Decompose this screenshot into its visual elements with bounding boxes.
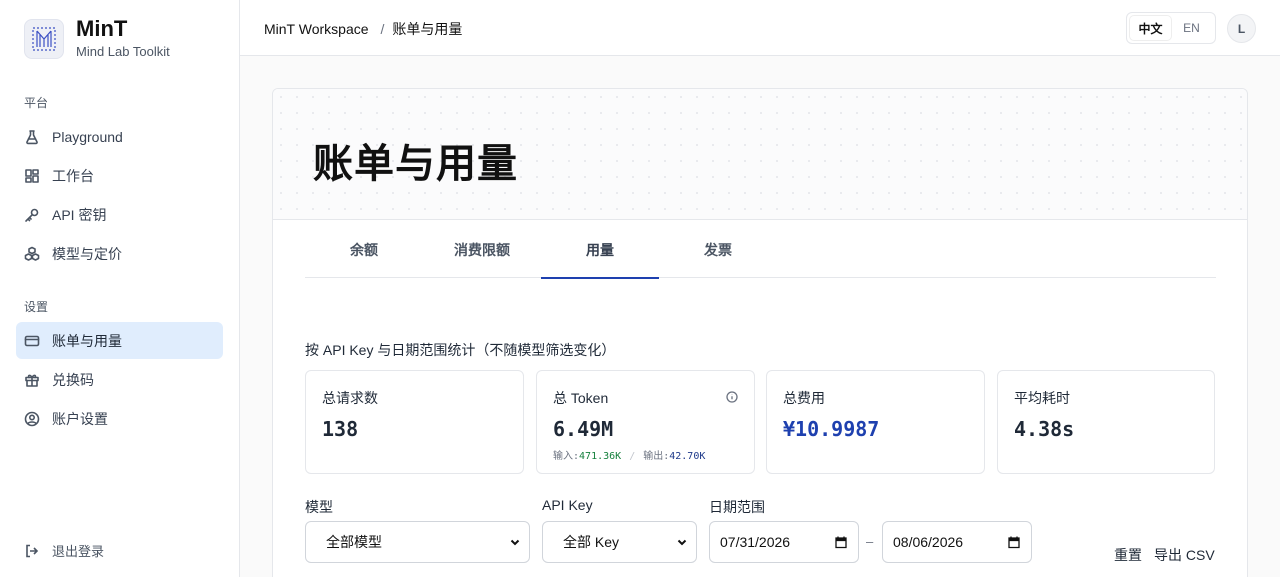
token-breakdown: 输入:471.36K / 输出:42.70K	[553, 447, 738, 462]
sidebar-item-label: Playground	[52, 128, 123, 145]
stat-note: 按 API Key 与日期范围统计（不随模型筛选变化）	[305, 342, 616, 358]
chevron-down-icon	[510, 539, 520, 546]
stat-label: 总请求数	[322, 390, 378, 406]
stat-card-latency: 平均耗时 4.38s	[997, 370, 1215, 474]
settings-section-label: 设置	[24, 300, 49, 314]
logout-icon	[26, 544, 39, 557]
sidebar-item-billing-usage[interactable]: 账单与用量	[16, 322, 223, 359]
logout-button[interactable]: 退出登录	[24, 541, 104, 560]
stat-card-cost: 总费用 ¥10.9987	[766, 370, 985, 474]
stat-label: 平均耗时	[1014, 390, 1070, 406]
date-to-input[interactable]: 08/06/2026	[882, 521, 1032, 563]
sidebar-item-api-keys[interactable]: API 密钥	[16, 196, 223, 233]
tab-balance[interactable]: 余额	[305, 221, 423, 278]
brand-name: MinT	[76, 16, 128, 41]
date-range-label: 日期范围	[709, 499, 765, 515]
sidebar-item-redeem-code[interactable]: 兑换码	[16, 361, 223, 398]
platform-section-label: 平台	[24, 96, 49, 110]
stat-value-tokens: 6.49M	[553, 417, 614, 441]
model-select-value: 全部模型	[326, 534, 382, 550]
date-range-dash: –	[866, 534, 874, 549]
input-label: 输入:	[553, 451, 580, 462]
date-from-input[interactable]: 07/31/2026	[709, 521, 859, 563]
billing-tabs: 余额 消费限额 用量 发票	[305, 221, 1216, 279]
sidebar: MinT Mind Lab Toolkit 平台 Playground 工作台 …	[0, 0, 240, 577]
output-label: 输出:	[643, 451, 670, 462]
sidebar-item-label: API 密钥	[52, 206, 107, 223]
date-to-value: 08/06/2026	[893, 534, 964, 550]
breadcrumb-workspace[interactable]: MinT Workspace	[264, 21, 369, 37]
stat-card-tokens: 总 Token 6.49M 输入:471.36K / 输出:42.70K	[536, 370, 755, 474]
sidebar-item-label: 账户设置	[52, 410, 108, 427]
gift-icon	[24, 372, 40, 388]
info-icon[interactable]	[726, 390, 738, 406]
stat-label: 总费用	[783, 390, 825, 406]
sidebar-item-workbench[interactable]: 工作台	[16, 157, 223, 194]
top-header: MinT Workspace / 账单与用量 中文 EN L	[240, 0, 1280, 56]
sidebar-item-label: 模型与定价	[52, 245, 122, 262]
sidebar-item-playground[interactable]: Playground	[16, 118, 223, 155]
page-title: 账单与用量	[313, 142, 518, 186]
reset-button[interactable]: 重置	[1114, 545, 1142, 565]
billing-card: 账单与用量 余额 消费限额 用量 发票 按 API Key 与日期范围统计（不随…	[272, 88, 1248, 577]
sidebar-item-label: 账单与用量	[52, 332, 122, 349]
lang-en-button[interactable]: EN	[1171, 16, 1212, 40]
sidebar-item-label: 兑换码	[52, 371, 94, 388]
model-select[interactable]: 全部模型	[305, 521, 530, 563]
user-circle-icon	[24, 411, 40, 427]
brand[interactable]: MinT Mind Lab Toolkit	[24, 17, 170, 61]
api-key-select[interactable]: 全部 Key	[542, 521, 697, 563]
main-content: 账单与用量 余额 消费限额 用量 发票 按 API Key 与日期范围统计（不随…	[240, 56, 1280, 577]
breadcrumb-current: 账单与用量	[392, 21, 463, 37]
stat-card-requests: 总请求数 138	[305, 370, 524, 474]
api-key-select-value: 全部 Key	[563, 534, 620, 550]
stat-value-requests: 138	[322, 417, 359, 441]
avatar[interactable]: L	[1227, 14, 1256, 43]
calendar-icon[interactable]	[1007, 535, 1021, 549]
logout-label: 退出登录	[52, 544, 105, 559]
input-token-value: 471.36K	[579, 451, 622, 462]
date-from-value: 07/31/2026	[720, 534, 791, 550]
language-switcher: 中文 EN	[1126, 12, 1216, 44]
cubes-icon	[24, 246, 40, 262]
breadcrumb: MinT Workspace / 账单与用量	[264, 19, 462, 39]
chevron-down-icon	[677, 539, 687, 546]
sidebar-item-models-pricing[interactable]: 模型与定价	[16, 235, 223, 272]
sidebar-item-account-settings[interactable]: 账户设置	[16, 400, 223, 437]
brand-subtitle: Mind Lab Toolkit	[76, 44, 170, 59]
tab-usage[interactable]: 用量	[541, 221, 659, 279]
output-token-value: 42.70K	[669, 451, 706, 462]
lang-zh-button[interactable]: 中文	[1130, 16, 1171, 40]
calendar-icon[interactable]	[834, 535, 848, 549]
stat-value-cost: ¥10.9987	[783, 417, 880, 441]
api-key-filter-label: API Key	[542, 497, 593, 513]
export-csv-button[interactable]: 导出 CSV	[1154, 545, 1215, 565]
flask-icon	[24, 129, 40, 145]
stat-value-latency: 4.38s	[1014, 417, 1075, 441]
tab-spending-limit[interactable]: 消费限额	[423, 221, 541, 278]
tab-invoices[interactable]: 发票	[659, 221, 777, 278]
sidebar-item-label: 工作台	[52, 167, 94, 184]
dashboard-icon	[24, 168, 40, 184]
mint-logo-icon	[24, 19, 64, 59]
page-hero: 账单与用量	[273, 89, 1247, 220]
stat-label: 总 Token	[553, 390, 609, 406]
model-filter-label: 模型	[305, 499, 333, 515]
key-icon	[24, 207, 40, 223]
credit-card-icon	[24, 333, 40, 349]
token-separator: /	[629, 451, 636, 462]
breadcrumb-separator: /	[380, 21, 385, 37]
